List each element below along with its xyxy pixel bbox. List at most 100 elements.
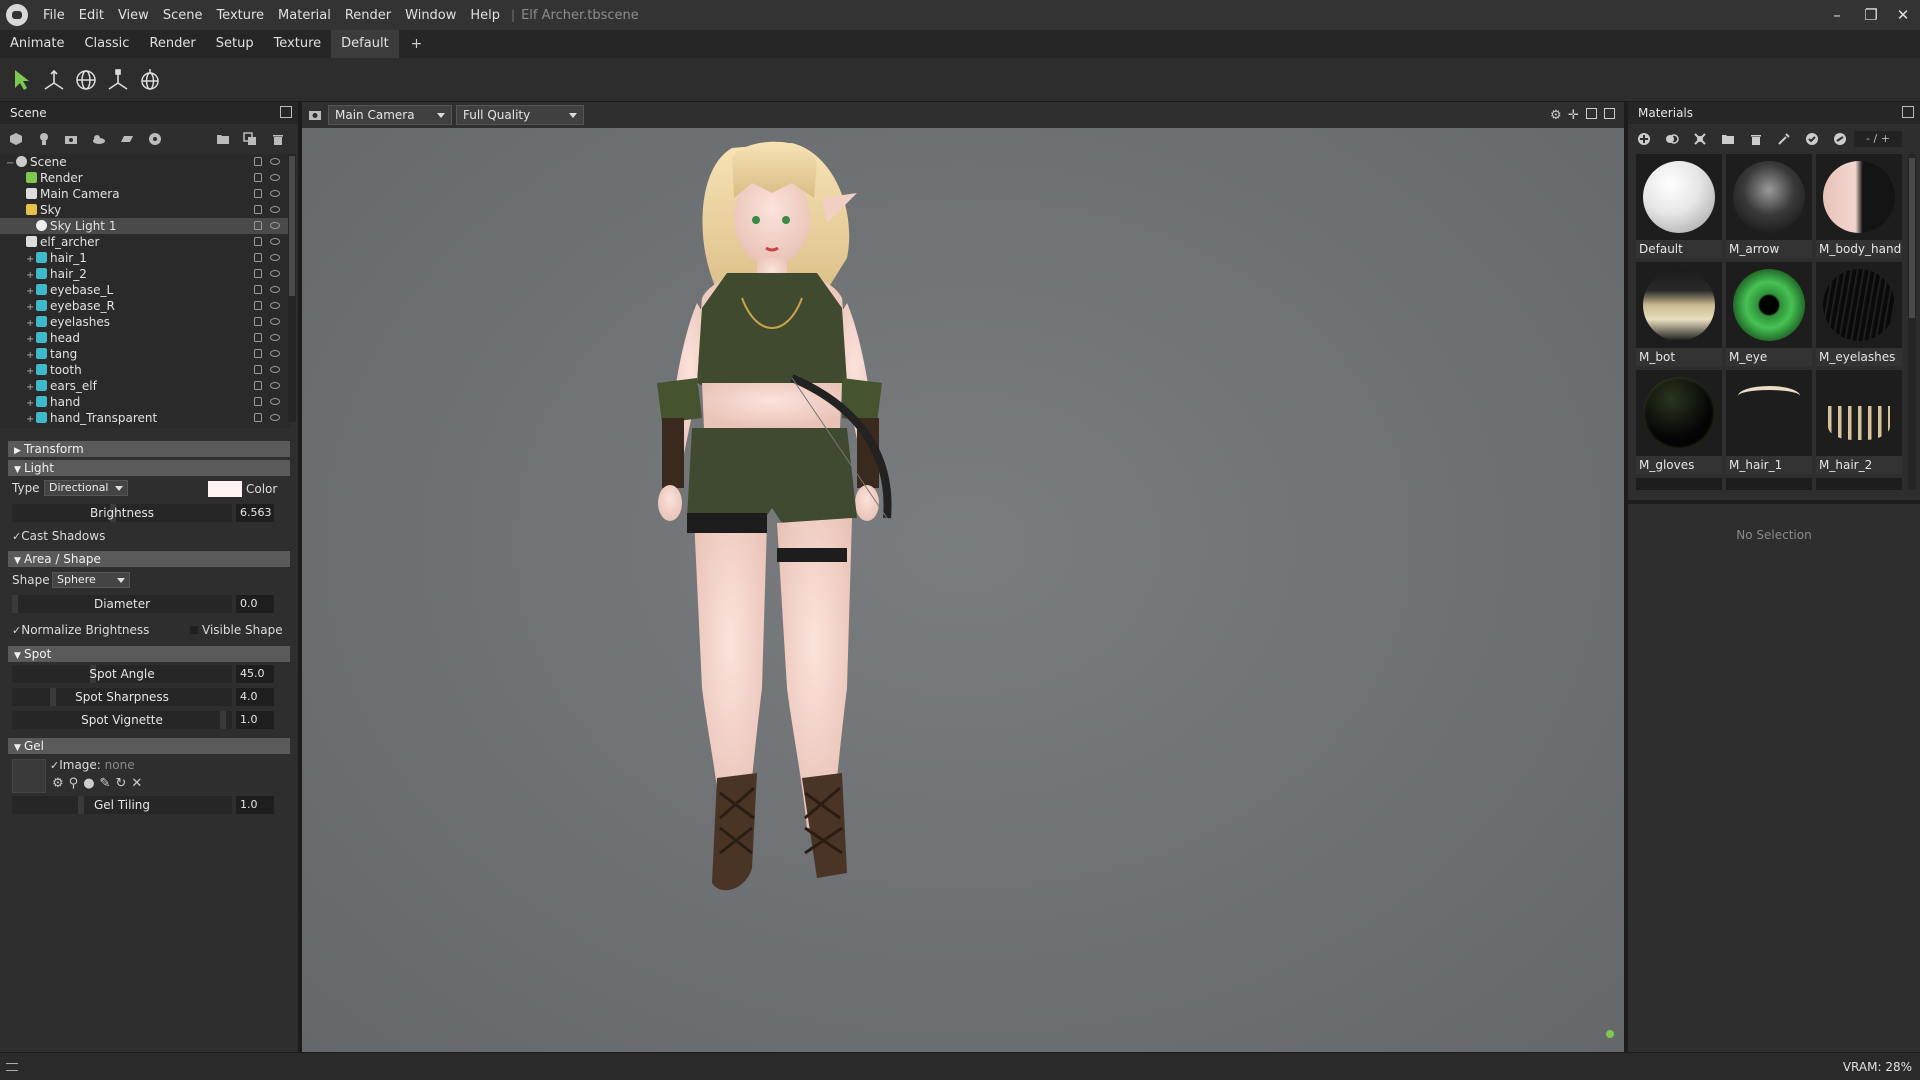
tree-item[interactable]: − Scene [0, 154, 290, 170]
lock-icon[interactable] [254, 365, 262, 374]
visibility-eye-icon[interactable] [270, 158, 280, 165]
pick-material-icon[interactable] [1692, 131, 1708, 147]
diameter-slider[interactable]: Diameter [12, 595, 232, 613]
gel-clear-icon[interactable]: ✕ [131, 776, 142, 791]
viewport-move-icon[interactable]: ✛ [1568, 108, 1582, 123]
lock-icon[interactable] [254, 413, 262, 422]
lock-icon[interactable] [254, 157, 262, 166]
log-icon[interactable] [6, 1063, 18, 1071]
lock-icon[interactable] [254, 301, 262, 310]
folder-icon[interactable] [215, 131, 231, 147]
lock-icon[interactable] [254, 381, 262, 390]
material-tile[interactable] [1726, 478, 1812, 490]
light-color-swatch[interactable] [208, 481, 242, 497]
materials-popout-icon[interactable] [1902, 106, 1914, 118]
visibility-eye-icon[interactable] [270, 238, 280, 245]
tree-item[interactable]: Render [0, 170, 290, 186]
gel-edit-icon[interactable]: ✎ [100, 776, 111, 791]
duplicate-icon[interactable] [242, 131, 258, 147]
material-tile[interactable]: M_eyelashes [1816, 262, 1902, 366]
scale-tool-icon[interactable] [104, 66, 132, 94]
lock-icon[interactable] [254, 237, 262, 246]
spot-sharpness-slider[interactable]: Spot Sharpness [12, 688, 232, 706]
viewport-frame-icon[interactable] [1586, 108, 1600, 122]
menu-view[interactable]: View [111, 8, 156, 23]
menu-texture[interactable]: Texture [209, 8, 271, 23]
move-tool-icon[interactable] [40, 66, 68, 94]
spot-section-header[interactable]: ▼ Spot [8, 646, 290, 662]
select-tool-icon[interactable] [8, 66, 36, 94]
normalize-brightness-checkbox[interactable]: ✓Normalize Brightness [12, 621, 149, 640]
lock-icon[interactable] [254, 317, 262, 326]
visibility-eye-icon[interactable] [270, 190, 280, 197]
gel-browse-icon[interactable]: ⚲ [69, 776, 79, 791]
light-type-dropdown[interactable]: Directional [44, 480, 128, 496]
add-shadow-catcher-icon[interactable] [119, 131, 135, 147]
gel-tiling-slider[interactable]: Gel Tiling [12, 796, 232, 814]
material-tile[interactable]: M_gloves [1636, 370, 1722, 474]
tree-item[interactable]: + eyebase_R [0, 298, 290, 314]
visibility-eye-icon[interactable] [270, 222, 280, 229]
restore-icon[interactable]: ❐ [1856, 4, 1886, 26]
material-tile[interactable]: M_bot [1636, 262, 1722, 366]
apply-material-icon[interactable] [1804, 131, 1820, 147]
transform-tool-icon[interactable] [136, 66, 164, 94]
menu-material[interactable]: Material [271, 8, 338, 23]
tab-render[interactable]: Render [139, 30, 205, 58]
popout-icon[interactable] [280, 106, 292, 118]
tree-item[interactable]: + ears_elf [0, 378, 290, 394]
spot-sharpness-input[interactable]: 4.0 [236, 688, 274, 706]
lock-icon[interactable] [254, 397, 262, 406]
visibility-eye-icon[interactable] [270, 286, 280, 293]
scene-scrollbar[interactable] [288, 154, 296, 422]
visibility-eye-icon[interactable] [270, 350, 280, 357]
shape-dropdown[interactable]: Sphere [52, 572, 130, 588]
lock-icon[interactable] [254, 269, 262, 278]
material-tile[interactable] [1636, 478, 1722, 490]
tree-item[interactable]: + hair_2 [0, 266, 290, 282]
tree-item[interactable]: + head [0, 330, 290, 346]
tree-item[interactable]: Main Camera [0, 186, 290, 202]
visible-shape-checkbox[interactable]: Visible Shape [190, 621, 283, 639]
add-environment-icon[interactable] [147, 131, 163, 147]
spot-vignette-input[interactable]: 1.0 [236, 711, 274, 729]
visibility-eye-icon[interactable] [270, 318, 280, 325]
materials-splitter[interactable] [1628, 500, 1920, 504]
visibility-eye-icon[interactable] [270, 302, 280, 309]
gel-image-thumbnail[interactable] [12, 759, 46, 793]
lock-icon[interactable] [254, 189, 262, 198]
visibility-eye-icon[interactable] [270, 206, 280, 213]
diameter-input[interactable]: 0.0 [236, 595, 274, 613]
menu-render[interactable]: Render [338, 8, 398, 23]
add-tab-button[interactable]: + [399, 36, 435, 52]
viewport-settings-icon[interactable]: ⚙ [1550, 108, 1564, 123]
spot-angle-slider[interactable]: Spot Angle [12, 665, 232, 683]
menu-scene[interactable]: Scene [156, 8, 210, 23]
lock-icon[interactable] [254, 333, 262, 342]
viewport-popout-icon[interactable] [1604, 108, 1618, 122]
tree-item[interactable]: + tooth [0, 362, 290, 378]
gel-settings-icon[interactable]: ⚙ [52, 776, 64, 791]
lock-icon[interactable] [254, 253, 262, 262]
menu-edit[interactable]: Edit [72, 8, 111, 23]
lock-icon[interactable] [254, 205, 262, 214]
lock-icon[interactable] [254, 285, 262, 294]
camera-dropdown[interactable]: Main Camera [328, 105, 452, 125]
gel-tiling-input[interactable]: 1.0 [236, 796, 274, 814]
visibility-eye-icon[interactable] [270, 366, 280, 373]
spot-angle-input[interactable]: 45.0 [236, 665, 274, 683]
minimize-icon[interactable]: – [1822, 4, 1852, 26]
quality-dropdown[interactable]: Full Quality [456, 105, 584, 125]
area-shape-section-header[interactable]: ▼ Area / Shape [8, 551, 290, 567]
material-tile[interactable]: Default [1636, 154, 1722, 258]
menu-window[interactable]: Window [398, 8, 463, 23]
lock-icon[interactable] [254, 221, 262, 230]
tree-item[interactable]: + hand [0, 394, 290, 410]
menu-help[interactable]: Help [463, 8, 507, 23]
spot-vignette-slider[interactable]: Spot Vignette [12, 711, 232, 729]
visibility-eye-icon[interactable] [270, 382, 280, 389]
delete-material-icon[interactable] [1748, 131, 1764, 147]
gel-image-checkbox[interactable]: ✓Image: none [50, 756, 135, 775]
tree-item[interactable]: + eyebase_L [0, 282, 290, 298]
tree-item[interactable]: elf_archer [0, 234, 290, 250]
